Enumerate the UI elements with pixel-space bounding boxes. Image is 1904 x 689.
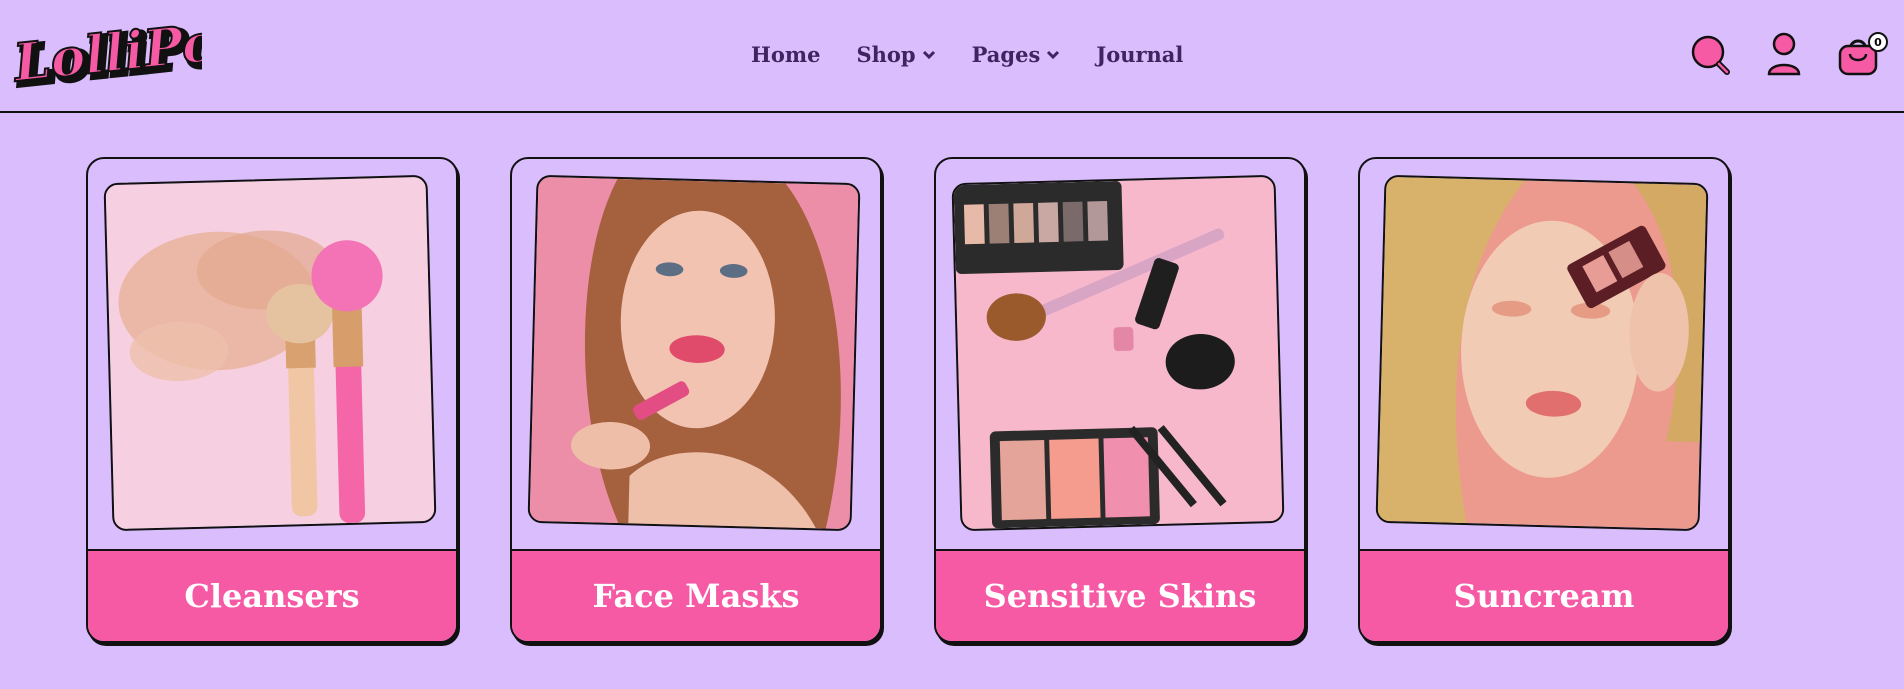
- chevron-down-icon: [922, 50, 935, 59]
- card-label: Sensitive Skins: [936, 549, 1304, 641]
- user-icon: [1767, 32, 1801, 76]
- account-button[interactable]: [1766, 32, 1802, 82]
- category-card-sensitive-skins[interactable]: Sensitive Skins: [934, 157, 1306, 643]
- card-label: Face Masks: [512, 549, 880, 641]
- card-image: [103, 174, 437, 532]
- card-image: [951, 174, 1285, 532]
- nav-item-label: Home: [751, 42, 821, 67]
- cart-count-badge: 0: [1868, 32, 1888, 52]
- woman-lipstick-image: [529, 176, 859, 530]
- category-card-cleansers[interactable]: Cleansers: [86, 157, 458, 643]
- card-label: Suncream: [1360, 549, 1728, 641]
- chevron-down-icon: [1047, 50, 1060, 59]
- card-label: Cleansers: [88, 549, 456, 641]
- search-icon: [1691, 35, 1730, 75]
- nav-item-label: Shop: [856, 42, 916, 67]
- nav-item-label: Journal: [1096, 42, 1184, 67]
- main-nav: Home Shop Pages Journal: [751, 42, 1183, 67]
- makeup-flatlay-image: [953, 176, 1283, 530]
- woman-eyeshadow-image: [1377, 176, 1707, 530]
- nav-item-shop[interactable]: Shop: [856, 42, 935, 67]
- category-card-face-masks[interactable]: Face Masks: [510, 157, 882, 643]
- nav-item-home[interactable]: Home: [751, 42, 820, 67]
- nav-item-label: Pages: [971, 42, 1041, 67]
- category-card-suncream[interactable]: Suncream: [1358, 157, 1730, 643]
- logo[interactable]: LolliPop LolliPop: [8, 7, 263, 100]
- card-image: [1375, 174, 1709, 532]
- search-button[interactable]: [1690, 32, 1734, 82]
- cart-button[interactable]: 0: [1836, 32, 1888, 82]
- nav-item-pages[interactable]: Pages: [972, 42, 1061, 67]
- site-header: LolliPop LolliPop Home Shop Pages Journa…: [0, 0, 1904, 113]
- nav-item-journal[interactable]: Journal: [1096, 42, 1183, 67]
- makeup-brushes-image: [105, 176, 435, 530]
- card-image: [527, 174, 861, 532]
